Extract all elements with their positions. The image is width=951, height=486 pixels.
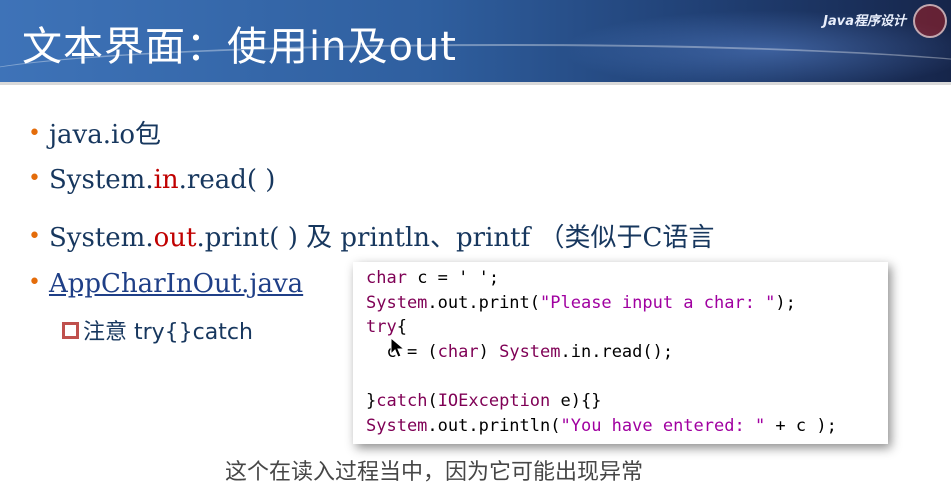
bullet-dot-icon: •: [28, 224, 41, 249]
code-line: try{: [366, 317, 407, 337]
square-bullet-icon: [62, 322, 79, 339]
code-line: }catch(IOException e){}: [366, 391, 602, 411]
slide-title: 文本界面：使用in及out: [22, 24, 457, 70]
code-line: char c = ' ';: [366, 268, 500, 288]
bullet-java-io: • java.io包: [28, 120, 161, 150]
code-line: System.out.print("Please input a char: "…: [366, 293, 796, 313]
code-line: c = (char) System.in.read();: [366, 342, 674, 362]
code-line: System.out.println("You have entered: " …: [366, 416, 837, 436]
video-subtitle: 这个在读入过程当中，因为它可能出现异常: [225, 460, 644, 485]
bullet-system-out: • System.out.print( ) 及 println、printf （类…: [28, 223, 715, 253]
mouse-pointer-icon: [390, 337, 406, 358]
university-emblem-icon: [913, 4, 947, 38]
sub-bullet-try-catch: 注意 try{}catch: [62, 314, 253, 346]
bullet-dot-icon: •: [28, 121, 41, 146]
appcharinout-link[interactable]: AppCharInOut.java: [49, 269, 303, 299]
bullet-dot-icon: •: [28, 270, 41, 295]
title-banner: 文本界面：使用in及out Java程序设计: [0, 0, 951, 82]
course-name: Java程序设计: [823, 14, 906, 29]
bullet-dot-icon: •: [28, 166, 41, 191]
banner-divider: [0, 82, 951, 85]
bullet-appcharinout: • AppCharInOut.java: [28, 269, 303, 299]
bullet-system-in: • System.in.read( ): [28, 165, 276, 195]
code-snippet: char c = ' '; System.out.print("Please i…: [353, 262, 888, 444]
